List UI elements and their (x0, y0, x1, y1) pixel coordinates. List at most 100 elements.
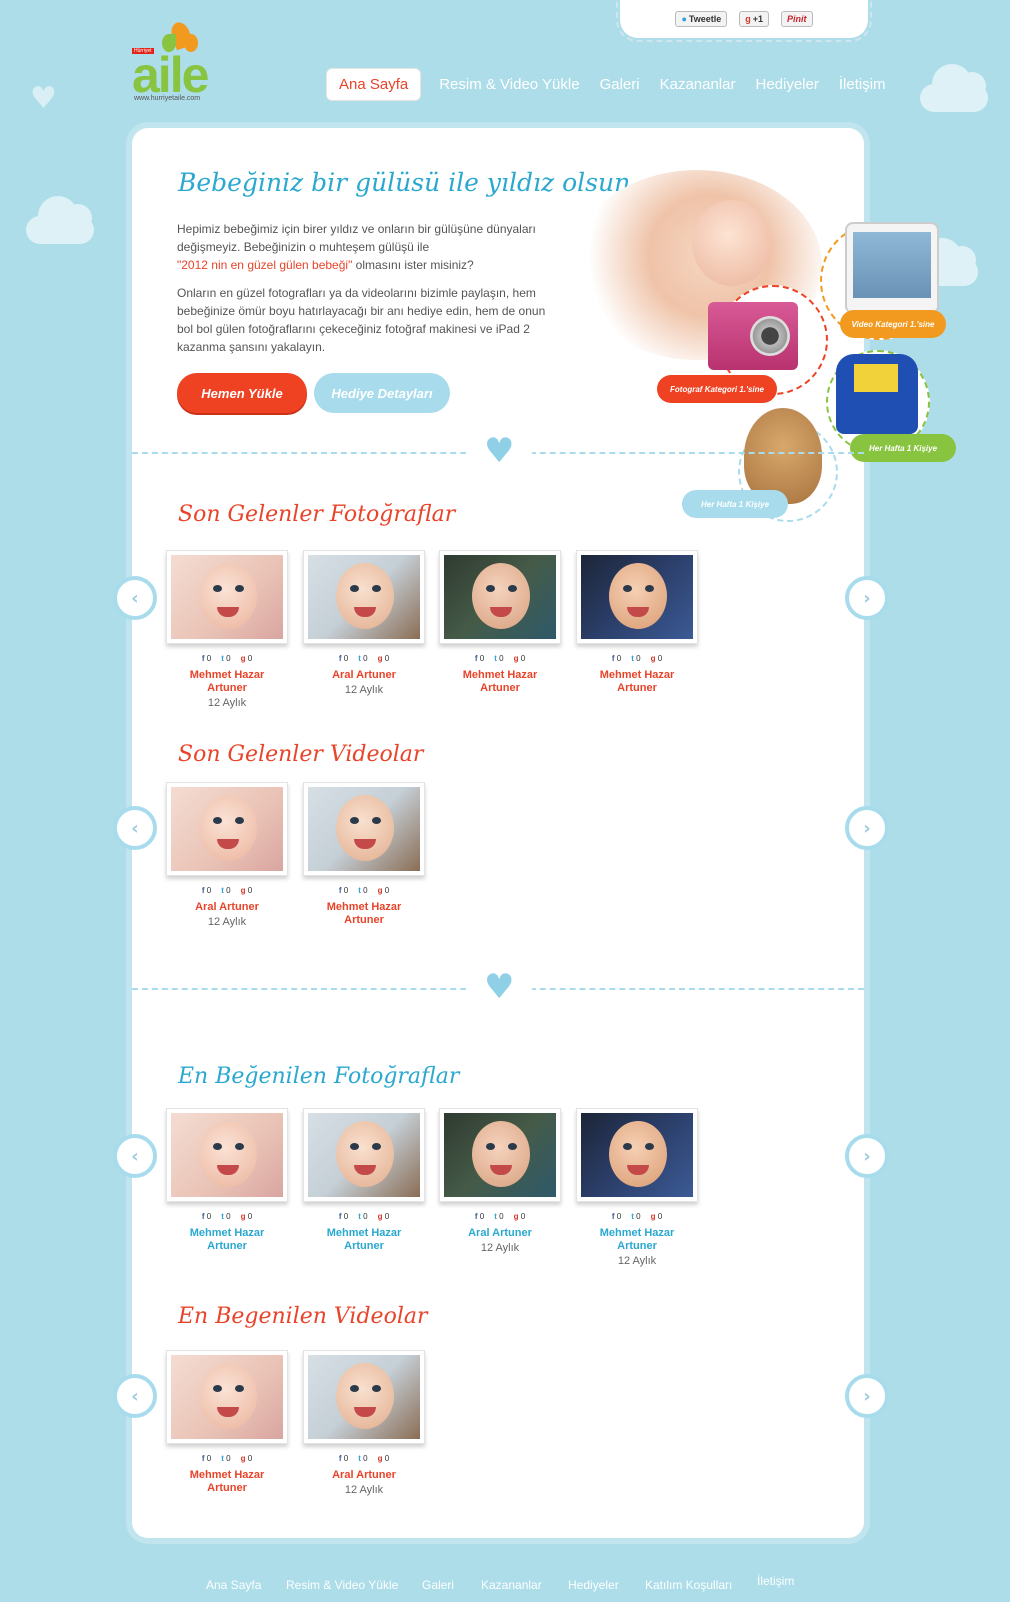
gplus-count[interactable]: g 0 (514, 654, 526, 663)
prev-arrow-icon[interactable]: ‹ (113, 1134, 157, 1178)
twitter-count[interactable]: t 0 (494, 1212, 503, 1221)
gplus-count[interactable]: g 0 (241, 1212, 253, 1221)
video-thumbnail[interactable] (303, 1350, 425, 1444)
photo-card[interactable]: f 0 t 0 g 0 Mehmet Hazar Artuner 12 Aylı… (576, 1108, 698, 1267)
nav-winners[interactable]: Kazananlar (650, 70, 746, 99)
pinit-button[interactable]: Pinit (781, 11, 813, 27)
facebook-count[interactable]: f 0 (339, 1212, 348, 1221)
facebook-count[interactable]: f 0 (475, 654, 484, 663)
photo-thumbnail[interactable] (576, 550, 698, 644)
video-card[interactable]: f 0 t 0 g 0 Aral Artuner 12 Aylık (166, 782, 288, 928)
facebook-count[interactable]: f 0 (202, 886, 211, 895)
tweet-button[interactable]: ● Tweetle (675, 11, 728, 27)
gplus-count[interactable]: g 0 (378, 1212, 390, 1221)
site-logo[interactable]: Hürriyet aile www.hurriyetaile.com (132, 19, 218, 106)
gplus-count[interactable]: g 0 (378, 654, 390, 663)
baby-name[interactable]: Mehmet Hazar Artuner (303, 1227, 425, 1253)
nav-upload[interactable]: Resim & Video Yükle (429, 70, 589, 99)
twitter-count[interactable]: t 0 (494, 654, 503, 663)
photo-thumbnail[interactable] (166, 550, 288, 644)
facebook-count[interactable]: f 0 (202, 654, 211, 663)
baby-name[interactable]: Mehmet Hazar Artuner (439, 669, 561, 695)
photo-card[interactable]: f 0 t 0 g 0 Mehmet Hazar Artuner (166, 1108, 288, 1255)
prev-arrow-icon[interactable]: ‹ (113, 806, 157, 850)
photo-card[interactable]: f 0 t 0 g 0 Mehmet Hazar Artuner (303, 1108, 425, 1255)
facebook-icon: f (201, 886, 205, 895)
facebook-count[interactable]: f 0 (339, 654, 348, 663)
facebook-count[interactable]: f 0 (475, 1212, 484, 1221)
twitter-count[interactable]: t 0 (358, 654, 367, 663)
twitter-count[interactable]: t 0 (631, 654, 640, 663)
video-thumbnail[interactable] (166, 782, 288, 876)
twitter-count[interactable]: t 0 (221, 886, 230, 895)
upload-now-button[interactable]: Hemen Yükle (177, 373, 307, 413)
footer-link-prizes[interactable]: Hediyeler (568, 1578, 619, 1592)
facebook-count[interactable]: f 0 (339, 886, 348, 895)
facebook-count[interactable]: f 0 (202, 1212, 211, 1221)
facebook-count[interactable]: f 0 (612, 1212, 621, 1221)
video-card[interactable]: f 0 t 0 g 0 Mehmet Hazar Artuner (166, 1350, 288, 1497)
photo-thumbnail[interactable] (576, 1108, 698, 1202)
next-arrow-icon[interactable]: › (845, 576, 889, 620)
next-arrow-icon[interactable]: › (845, 1134, 889, 1178)
gplus-count[interactable]: g 0 (378, 886, 390, 895)
nav-prizes[interactable]: Hediyeler (745, 70, 828, 99)
photo-card[interactable]: f 0 t 0 g 0 Mehmet Hazar Artuner (439, 550, 561, 697)
footer-link-terms[interactable]: Katılım Koşulları (645, 1578, 732, 1592)
prev-arrow-icon[interactable]: ‹ (113, 1374, 157, 1418)
facebook-count[interactable]: f 0 (339, 1454, 348, 1463)
gplus-count[interactable]: g 0 (651, 1212, 663, 1221)
photo-thumbnail[interactable] (166, 1108, 288, 1202)
photo-thumbnail[interactable] (439, 550, 561, 644)
twitter-count[interactable]: t 0 (358, 886, 367, 895)
gplus-count[interactable]: g 0 (241, 654, 253, 663)
twitter-count[interactable]: t 0 (358, 1212, 367, 1221)
twitter-count[interactable]: t 0 (221, 1212, 230, 1221)
baby-name[interactable]: Aral Artuner (303, 1469, 425, 1482)
gplus-count[interactable]: g 0 (378, 1454, 390, 1463)
nav-home[interactable]: Ana Sayfa (326, 68, 422, 101)
twitter-count[interactable]: t 0 (221, 1454, 230, 1463)
photo-card[interactable]: f 0 t 0 g 0 Mehmet Hazar Artuner (576, 550, 698, 697)
baby-name[interactable]: Mehmet Hazar Artuner (166, 669, 288, 695)
prev-arrow-icon[interactable]: ‹ (113, 576, 157, 620)
photo-card[interactable]: f 0 t 0 g 0 Mehmet Hazar Artuner 12 Aylı… (166, 550, 288, 709)
footer-link-winners[interactable]: Kazananlar (481, 1578, 542, 1592)
footer-link-gallery[interactable]: Galeri (422, 1578, 454, 1592)
photo-thumbnail[interactable] (303, 1108, 425, 1202)
baby-name[interactable]: Mehmet Hazar Artuner (166, 1227, 288, 1253)
facebook-count[interactable]: f 0 (612, 654, 621, 663)
baby-name[interactable]: Mehmet Hazar Artuner (303, 901, 425, 927)
footer-link-upload[interactable]: Resim & Video Yükle (286, 1578, 398, 1592)
gplus-button[interactable]: g +1 (739, 11, 770, 27)
photo-thumbnail[interactable] (439, 1108, 561, 1202)
footer-link-home[interactable]: Ana Sayfa (206, 1578, 261, 1592)
baby-name[interactable]: Mehmet Hazar Artuner (576, 669, 698, 695)
video-thumbnail[interactable] (166, 1350, 288, 1444)
gplus-count[interactable]: g 0 (651, 654, 663, 663)
facebook-count[interactable]: f 0 (202, 1454, 211, 1463)
baby-name[interactable]: Mehmet Hazar Artuner (576, 1227, 698, 1253)
gplus-count[interactable]: g 0 (241, 886, 253, 895)
baby-name[interactable]: Aral Artuner (303, 669, 425, 682)
video-thumbnail[interactable] (303, 782, 425, 876)
twitter-count[interactable]: t 0 (358, 1454, 367, 1463)
baby-name[interactable]: Aral Artuner (166, 901, 288, 914)
next-arrow-icon[interactable]: › (845, 806, 889, 850)
nav-gallery[interactable]: Galeri (590, 70, 650, 99)
baby-name[interactable]: Aral Artuner (439, 1227, 561, 1240)
baby-name[interactable]: Mehmet Hazar Artuner (166, 1469, 288, 1495)
prize-details-button[interactable]: Hediye Detayları (314, 373, 450, 413)
twitter-count[interactable]: t 0 (631, 1212, 640, 1221)
next-arrow-icon[interactable]: › (845, 1374, 889, 1418)
footer-link-contact[interactable]: İletişim (757, 1574, 794, 1588)
nav-contact[interactable]: İletişim (829, 70, 896, 99)
photo-card[interactable]: f 0 t 0 g 0 Aral Artuner 12 Aylık (303, 550, 425, 696)
video-card[interactable]: f 0 t 0 g 0 Mehmet Hazar Artuner (303, 782, 425, 929)
photo-thumbnail[interactable] (303, 550, 425, 644)
twitter-count[interactable]: t 0 (221, 654, 230, 663)
gplus-count[interactable]: g 0 (514, 1212, 526, 1221)
video-card[interactable]: f 0 t 0 g 0 Aral Artuner 12 Aylık (303, 1350, 425, 1496)
photo-card[interactable]: f 0 t 0 g 0 Aral Artuner 12 Aylık (439, 1108, 561, 1254)
gplus-count[interactable]: g 0 (241, 1454, 253, 1463)
